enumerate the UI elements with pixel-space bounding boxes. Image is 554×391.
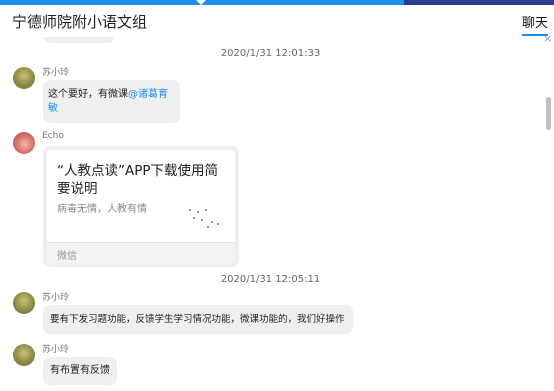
avatar[interactable] (13, 132, 35, 154)
card-source: 微信 (57, 251, 77, 262)
timestamp: 2020/1/31 12:05:11 (220, 274, 321, 285)
avatar[interactable] (13, 344, 35, 366)
message-text: 有布置有反馈 (50, 365, 110, 376)
message-list[interactable]: 2020/1/31 12:01:33 苏小玲 这个要好，有微课@诸葛育敏 Ech… (0, 37, 541, 391)
chat-header: 宁德师院附小语文组 聊天 (0, 5, 554, 37)
message-bubble[interactable]: 要有下发习题功能，反馈学生学习情况功能，微课功能的，我们好操作 (43, 305, 353, 334)
avatar[interactable] (13, 67, 35, 89)
message-text: 要有下发习题功能，反馈学生学习情况功能，微课功能的，我们好操作 (50, 314, 345, 325)
link-card[interactable]: “人教点读”APP下载使用简要说明 病毒无情，人教有情 微信 (43, 146, 239, 267)
link-card-body: “人教点读”APP下载使用简要说明 病毒无情，人教有情 微信 (47, 150, 235, 263)
card-footer: 微信 (47, 242, 235, 263)
message-bubble[interactable]: 这个要好，有微课@诸葛育敏 (43, 80, 180, 123)
sender-name: 苏小玲 (42, 345, 70, 355)
card-title: “人教点读”APP下载使用简要说明 (57, 163, 219, 197)
message-bubble[interactable]: 有布置有反馈 (43, 357, 117, 385)
sender-name: 苏小玲 (42, 68, 70, 78)
group-title: 宁德师院附小语文组 (12, 13, 148, 31)
card-description: 病毒无情，人教有情 (57, 204, 147, 215)
avatar[interactable] (13, 292, 35, 314)
sender-name: 苏小玲 (42, 293, 70, 303)
timestamp: 2020/1/31 12:01:33 (220, 48, 321, 59)
message-text: 这个要好，有微课 (48, 89, 128, 100)
close-icon[interactable]: × (543, 32, 552, 45)
tab-chat[interactable]: 聊天 (522, 12, 548, 31)
sender-name: Echo (42, 131, 64, 141)
card-thumbnail-icon (187, 208, 223, 232)
scrollbar-thumb[interactable] (546, 97, 551, 130)
previous-message-bubble (43, 37, 115, 43)
